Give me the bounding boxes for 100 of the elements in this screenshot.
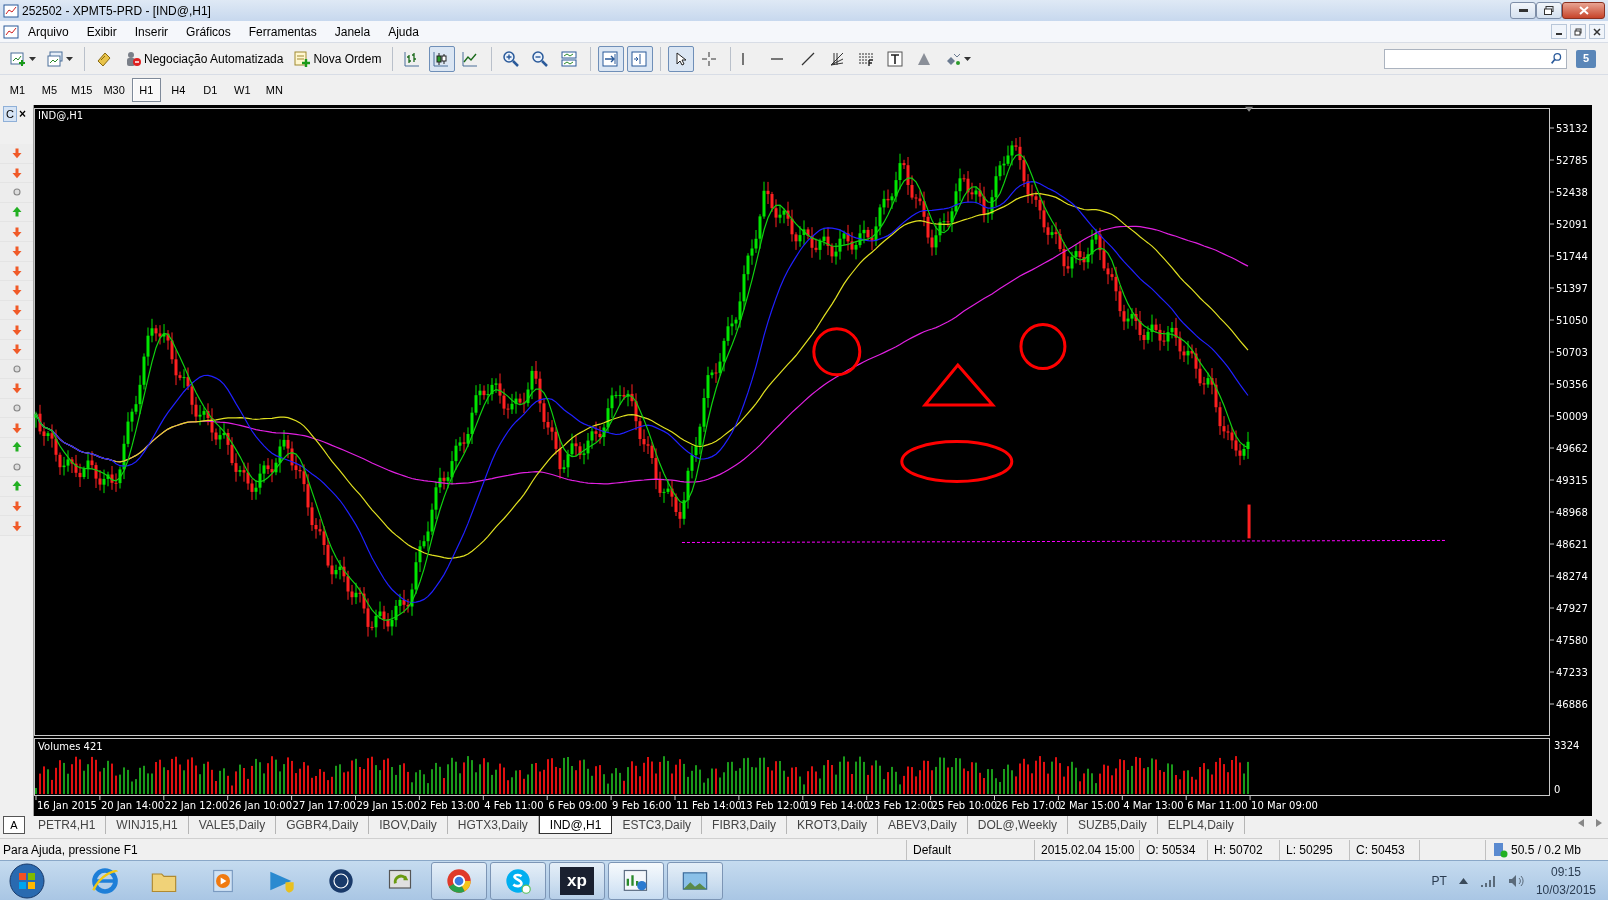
chart-tab[interactable]: FIBR3,Daily [702,816,788,834]
trend-line-icon [800,50,817,67]
timeframe-button[interactable]: M15 [67,78,97,102]
circle-shape [1019,323,1067,371]
menu-item[interactable]: Ajuda [379,22,428,41]
toolbar-icon-button[interactable] [598,45,625,72]
price-label: 47580 [1556,635,1588,646]
menu-item[interactable]: Gráficos [177,22,240,41]
window-stack-icon [47,50,63,67]
toolbar-button[interactable]: Negociação Automatizada [121,45,288,72]
chart-tab[interactable]: DOL@,Weekly [967,816,1069,834]
scroll-right-icon[interactable] [1596,819,1602,827]
time-label: 29 Jan 15:00 [356,800,420,811]
toolbar-button[interactable]: Nova Ordem [290,45,386,72]
arrow-down-icon [10,343,23,356]
language-indicator[interactable]: PT [1431,871,1447,890]
arrow-down-icon [10,500,23,512]
time-label: 11 Feb 14:00 [676,800,742,811]
timeframe-button[interactable]: M1 [3,78,32,102]
chart-tab[interactable]: PETR4,H1 [28,816,107,834]
chart-tab[interactable]: KROT3,Daily [787,816,879,834]
window-title: 252502 - XPMT5-PRD - [IND@,H1] [22,2,211,20]
search-field[interactable] [1384,48,1567,69]
shift-marker-icon [1245,106,1254,112]
menu-item[interactable]: Arquivo [19,22,78,41]
restore-icon [1574,27,1582,36]
chrome-like-icon [445,866,473,895]
chart-tab[interactable]: SUZB5,Daily [1068,816,1158,834]
panel-tab[interactable]: C [3,106,17,122]
price-label: 53132 [1556,123,1588,134]
speaker-icon[interactable] [1507,873,1524,888]
taskbar-button[interactable] [608,861,664,900]
restore-button[interactable] [1570,24,1586,39]
chart-tab[interactable]: IBOV,Daily [369,816,448,834]
restore-icon [1544,6,1554,15]
side-tab[interactable]: A [3,816,25,834]
crosshair-icon [701,50,718,67]
price-label: 46886 [1556,699,1588,710]
arrow-up-icon [10,206,23,219]
menu-item[interactable]: Exibir [77,22,126,41]
caret-up-icon[interactable] [1458,877,1468,884]
chart-tab[interactable]: VALE5,Daily [188,816,277,834]
status-help-text: Para Ajuda, pressione F1 [2,841,139,859]
price-label: 50356 [1556,379,1588,390]
timeframe-button[interactable]: H4 [163,78,193,102]
menu-item[interactable]: Ferramentas [239,22,326,41]
chart-tab[interactable]: GGBR4,Daily [276,816,370,834]
timeframe-button[interactable]: M5 [35,78,64,102]
menu-item[interactable]: Inserir [125,22,178,41]
circle-icon [10,362,23,375]
arrow-down-icon [10,264,23,277]
timeframe-button[interactable]: D1 [195,78,225,102]
menu-item[interactable]: Janela [325,22,380,41]
close-button[interactable] [1562,2,1605,19]
chart-tab[interactable]: IND@,H1 [538,816,613,834]
text-tool-icon [887,50,904,67]
price-label: 51050 [1556,315,1588,326]
close-icon [1578,6,1589,15]
arrow-down-icon [10,304,23,317]
minimize-button[interactable] [1510,2,1536,19]
taskbar-button[interactable] [667,861,723,900]
circle-icon [10,402,23,414]
time-label: 25 Feb 10:00 [931,800,998,811]
price-label: 48621 [1556,539,1588,550]
time-label: 6 Feb 09:00 [548,800,608,811]
chart-tab[interactable]: WINJ15,H1 [106,816,189,834]
minimize-button[interactable] [1551,24,1567,39]
tile-windows-icon [561,50,578,67]
taskbar-button[interactable]: xp [549,861,605,900]
scroll-left-icon[interactable] [1578,819,1584,827]
circle-shape [812,327,862,377]
clock-time[interactable]: 09:15 [1550,862,1581,881]
restore-button[interactable] [1536,2,1562,19]
arrow-down-icon [10,225,23,238]
low-price: L: 50295 [1286,841,1333,859]
price-label: 49662 [1556,443,1588,454]
community-button[interactable]: 5 [1576,49,1596,68]
open-price: O: 50534 [1146,841,1196,859]
toolbar-icon-button[interactable] [668,45,695,72]
chart-tab[interactable]: HGTX3,Daily [447,816,539,834]
chart-title: IND@,H1 [38,110,84,121]
search-icon [1550,52,1563,65]
chart-tab[interactable]: ELPL4,Daily [1157,816,1245,834]
chart-tab[interactable]: ESTC3,Daily [612,816,703,834]
timeframe-button[interactable]: MN [259,78,289,102]
panel-close-button[interactable]: × [16,107,28,121]
chart-tab[interactable]: ABEV3,Daily [878,816,968,834]
signal-bars-icon[interactable] [1479,873,1496,888]
clock-date[interactable]: 10/03/2015 [1535,880,1596,899]
timeframe-button[interactable]: W1 [227,78,257,102]
toolbar-icon-button[interactable] [429,45,456,72]
timeframe-button[interactable]: H1 [131,78,161,102]
taskbar-button[interactable] [431,861,487,900]
time-label: 4 Feb 11:00 [484,800,544,811]
time-label: 16 Jan 2015 [37,800,97,811]
horizontal-line-icon [771,57,784,60]
time-label: 27 Jan 17:00 [292,800,356,811]
vertical-line-icon [742,52,745,65]
close-icon [1593,27,1601,36]
timeframe-button[interactable]: M30 [99,78,129,102]
